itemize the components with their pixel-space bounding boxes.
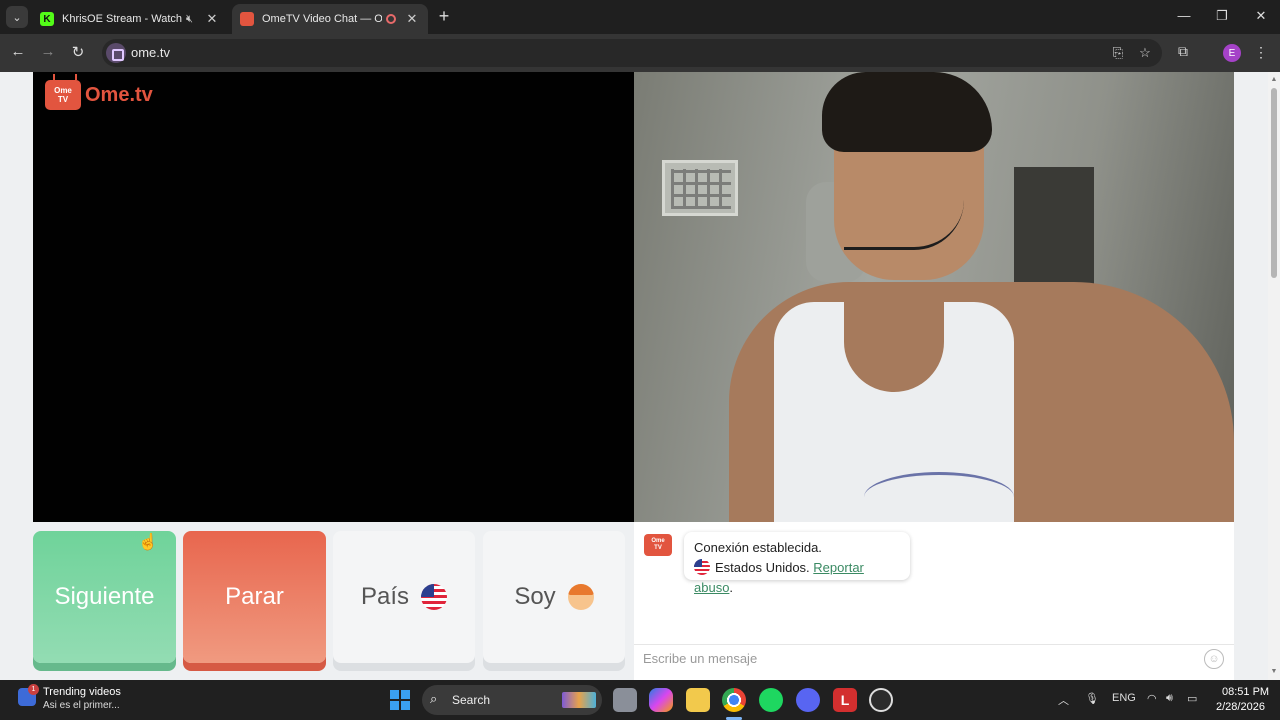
forward-icon[interactable]: → <box>38 43 58 60</box>
search-highlight-icon <box>562 692 596 708</box>
logo-badge-line1: Ome <box>54 86 72 95</box>
install-app-icon[interactable]: ⎘ <box>1109 45 1127 61</box>
self-camera-video <box>634 72 1234 522</box>
restore-window-icon[interactable]: ❐ <box>1212 8 1232 24</box>
browser-menu-icon[interactable]: ⋮ <box>1254 44 1268 61</box>
logo-badge-line2: TV <box>57 95 69 104</box>
close-tab-icon[interactable]: ✕ <box>204 11 220 27</box>
minimize-window-icon[interactable]: — <box>1174 8 1194 23</box>
search-label: Search <box>452 693 491 707</box>
chat-logo-line1: Ome <box>651 538 665 544</box>
emoji-picker-icon[interactable]: ☺ <box>1204 649 1224 669</box>
logo-text: Ome.tv <box>85 83 153 106</box>
discord-icon[interactable] <box>796 688 820 712</box>
stranger-video: Ome TV Ome.tv <box>33 72 634 522</box>
message-input[interactable]: Escribe un mensaje <box>643 651 757 666</box>
close-tab-icon[interactable]: ✕ <box>404 11 420 27</box>
chat-logo-line2: TV <box>654 545 662 551</box>
input-language[interactable]: ENG <box>1112 692 1136 704</box>
us-flag-icon <box>421 584 448 610</box>
person-hair <box>822 72 992 152</box>
us-flag-icon <box>694 559 710 575</box>
site-info-icon[interactable] <box>106 43 126 63</box>
connection-status-text: Conexión establecida. <box>694 540 822 555</box>
spotify-icon[interactable] <box>759 688 783 712</box>
l-app-icon[interactable]: L <box>833 688 857 712</box>
reload-icon[interactable]: ↻ <box>68 43 88 61</box>
report-suffix: . <box>729 580 734 595</box>
wifi-icon[interactable]: ◠ <box>1147 692 1157 705</box>
browser-tab-bar: ⌄ K KhrisOE Stream - Watch Live 🔇︎ ✕ Ome… <box>0 0 1280 34</box>
chrome-icon[interactable] <box>722 688 746 712</box>
browser-toolbar: ← → ↻ ome.tv ⎘ ☆ <box>0 34 1280 72</box>
chat-panel: Ome TV Conexión establecida. Estados Uni… <box>634 522 1234 680</box>
ometv-favicon-icon <box>240 12 254 26</box>
gender-button-label: Soy <box>514 583 556 610</box>
volume-icon[interactable]: 🔊︎ <box>1166 692 1173 705</box>
tv-logo-icon: Ome TV <box>45 80 81 110</box>
start-menu-icon[interactable] <box>390 690 410 710</box>
system-message-bubble: Conexión establecida. Estados Unidos. Re… <box>684 532 910 595</box>
tab-khrisoe-stream[interactable]: K KhrisOE Stream - Watch Live 🔇︎ ✕ <box>32 4 228 34</box>
task-view-icon[interactable] <box>613 688 637 712</box>
recording-indicator-icon <box>386 14 396 24</box>
scroll-up-icon[interactable]: ▲ <box>1269 76 1279 86</box>
copilot-icon[interactable] <box>649 688 673 712</box>
clock-time[interactable]: 08:51 PM <box>1222 686 1269 698</box>
back-icon[interactable]: ← <box>8 43 28 60</box>
muted-audio-icon[interactable]: 🔇︎ <box>186 13 193 26</box>
background-window <box>662 160 738 216</box>
close-window-icon[interactable]: ✕ <box>1251 8 1271 24</box>
url-text[interactable]: ome.tv <box>131 45 170 60</box>
scroll-down-icon[interactable]: ▼ <box>1269 668 1279 678</box>
widget-title[interactable]: Trending videos <box>43 686 121 698</box>
boy-emoji-icon <box>567 584 594 610</box>
ometv-chat-logo-icon: Ome TV <box>644 534 672 556</box>
obs-icon[interactable] <box>869 688 893 712</box>
widget-subtitle[interactable]: Asi es el primer... <box>43 700 120 711</box>
ometv-page: Ome TV Ome.tv Siguiente Parar País Soy O… <box>0 72 1268 680</box>
tab-title: KhrisOE Stream - Watch Live <box>62 13 182 25</box>
notification-badge: 1 <box>28 684 39 695</box>
address-bar[interactable]: ome.tv ⎘ ☆ <box>102 39 1162 67</box>
show-hidden-icons-icon[interactable]: ︿ <box>1058 692 1069 708</box>
extensions-icon[interactable]: ⧉ <box>1178 43 1188 60</box>
next-button-label: Siguiente <box>54 583 155 610</box>
country-filter-button[interactable]: País <box>333 531 475 663</box>
message-input-row: Escribe un mensaje ☺ <box>634 644 1234 674</box>
search-icon: ⌕ <box>430 691 438 706</box>
profile-avatar[interactable]: E <box>1223 44 1241 62</box>
scrollbar-thumb[interactable] <box>1271 88 1277 278</box>
stranger-country-text: Estados Unidos. <box>715 560 810 575</box>
windows-taskbar: 1 Trending videos Asi es el primer... ⌕ … <box>0 680 1280 720</box>
tab-title: OmeTV Video Chat — Omegle <box>262 13 382 25</box>
file-explorer-icon[interactable] <box>686 688 710 712</box>
clock-date[interactable]: 2/28/2026 <box>1216 701 1265 713</box>
tab-search-dropdown-icon[interactable]: ⌄ <box>6 6 28 28</box>
taskbar-search[interactable]: ⌕ Search <box>422 685 602 715</box>
bookmark-star-icon[interactable]: ☆ <box>1136 45 1154 61</box>
country-button-label: País <box>360 583 410 610</box>
kick-favicon-icon: K <box>40 12 54 26</box>
new-tab-button[interactable]: + <box>434 6 454 27</box>
shirt-print <box>864 472 1014 522</box>
stranger-country-line: Estados Unidos. Reportar abuso. <box>694 558 900 598</box>
stop-button-label: Parar <box>225 583 284 610</box>
microphone-icon[interactable]: 🎙︎ <box>1085 692 1099 705</box>
mouse-pointer-icon: ☝ <box>138 534 158 551</box>
ometv-logo: Ome TV Ome.tv <box>45 80 153 110</box>
gender-select-button[interactable]: Soy <box>483 531 625 663</box>
battery-icon[interactable]: ▭ <box>1187 692 1197 705</box>
stop-button[interactable]: Parar <box>183 531 326 663</box>
tab-ometv[interactable]: OmeTV Video Chat — Omegle ✕ <box>232 4 428 34</box>
